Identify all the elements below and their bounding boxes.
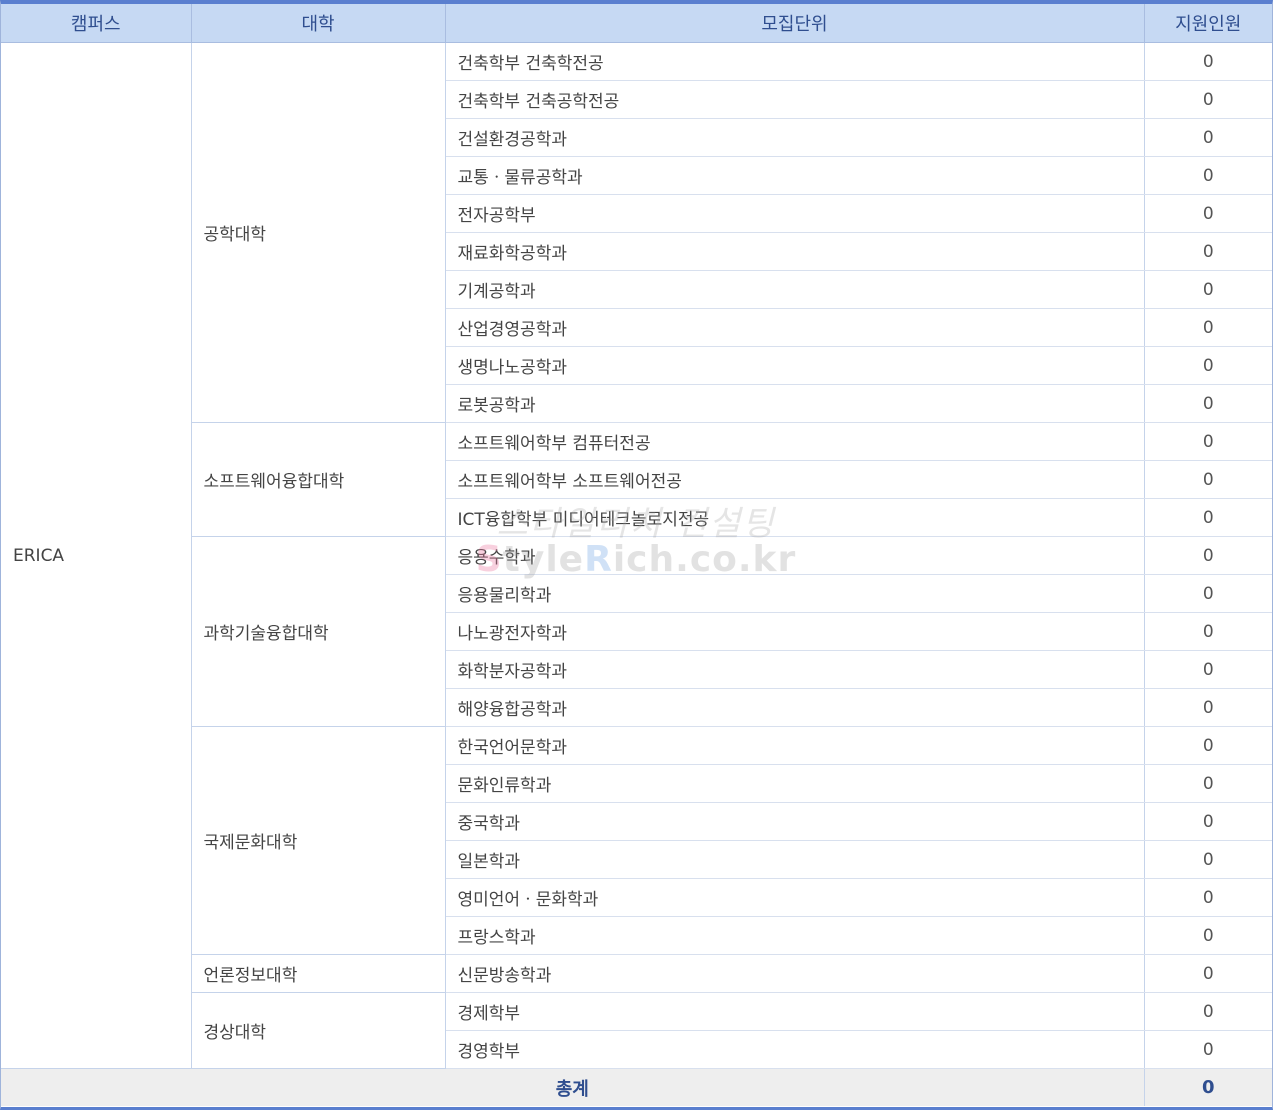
table-row: 소프트웨어융합대학 소프트웨어학부 컴퓨터전공 0 (1, 422, 1272, 537)
college-cell: 언론정보대학 (191, 954, 446, 993)
applicant-count-cell: 0 (1144, 916, 1272, 955)
header-campus: 캠퍼스 (1, 4, 192, 43)
applicant-count-cell: 0 (1144, 384, 1272, 423)
unit-cell: 건축학부 건축공학전공 (445, 80, 1145, 119)
applicant-count-cell: 0 (1144, 194, 1272, 233)
table-row: 언론정보대학 신문방송학과 0 (1, 954, 1272, 993)
table-header-row: 캠퍼스 대학 모집단위 지원인원 (1, 4, 1272, 43)
unit-cell: 화학분자공학과 (445, 650, 1145, 689)
unit-cell: 경제학부 (445, 992, 1145, 1031)
unit-cell: 생명나노공학과 (445, 346, 1145, 385)
unit-cell: 응용수학과 (445, 536, 1145, 575)
applicant-count-cell: 0 (1144, 498, 1272, 537)
unit-cell: 건축학부 건축학전공 (445, 42, 1145, 81)
college-cell: 공학대학 (191, 42, 446, 423)
applicant-count-cell: 0 (1144, 156, 1272, 195)
college-cell: 경상대학 (191, 992, 446, 1069)
table-row: 경상대학 경제학부 0 (1, 992, 1272, 1069)
applicant-count-cell: 0 (1144, 992, 1272, 1031)
unit-cell: 프랑스학과 (445, 916, 1145, 955)
table-body: ERICA 공학대학 건축학부 건축학전공 0 건축학부 건축공학전공 0 건설환경공학과 0… (1, 42, 1272, 1106)
college-cell: 소프트웨어융합대학 (191, 422, 446, 537)
applicant-count-cell: 0 (1144, 422, 1272, 461)
applicant-count-cell: 0 (1144, 726, 1272, 765)
table-row: ERICA 공학대학 건축학부 건축학전공 0 (1, 42, 1272, 1069)
college-cell: 국제문화대학 (191, 726, 446, 955)
unit-cell: 소프트웨어학부 소프트웨어전공 (445, 460, 1145, 499)
header-applicants: 지원인원 (1144, 4, 1272, 43)
unit-cell: 재료화학공학과 (445, 232, 1145, 271)
unit-cell: 경영학부 (445, 1030, 1145, 1069)
applicant-count-cell: 0 (1144, 878, 1272, 917)
unit-cell: 전자공학부 (445, 194, 1145, 233)
unit-cell: 응용물리학과 (445, 574, 1145, 613)
table-row: 과학기술융합대학 응용수학과 0 (1, 536, 1272, 727)
applicant-count-cell: 0 (1144, 764, 1272, 803)
applicant-count-cell: 0 (1144, 650, 1272, 689)
header-college: 대학 (191, 4, 446, 43)
unit-cell: 해양융합공학과 (445, 688, 1145, 727)
applicant-count-cell: 0 (1144, 118, 1272, 157)
unit-cell: 소프트웨어학부 컴퓨터전공 (445, 422, 1145, 461)
unit-cell: 기계공학과 (445, 270, 1145, 309)
applicant-count-cell: 0 (1144, 840, 1272, 879)
applicant-count-cell: 0 (1144, 42, 1272, 81)
header-unit: 모집단위 (445, 4, 1145, 43)
admissions-table: 캠퍼스 대학 모집단위 지원인원 ERICA 공학대학 건축학부 건축학전공 0 건축학… (1, 4, 1272, 1106)
applicant-count-cell: 0 (1144, 308, 1272, 347)
unit-cell: ICT융합학부 미디어테크놀로지전공 (445, 498, 1145, 537)
admissions-table-container: 캠퍼스 대학 모집단위 지원인원 ERICA 공학대학 건축학부 건축학전공 0 건축학… (0, 0, 1273, 1110)
unit-cell: 일본학과 (445, 840, 1145, 879)
college-cell: 과학기술융합대학 (191, 536, 446, 727)
unit-cell: 나노광전자학과 (445, 612, 1145, 651)
campus-cell: ERICA (1, 42, 192, 1069)
table-row: 국제문화대학 한국언어문학과 0 (1, 726, 1272, 955)
applicant-count-cell: 0 (1144, 688, 1272, 727)
total-row: 총계 0 (1, 1068, 1272, 1106)
applicant-count-cell: 0 (1144, 802, 1272, 841)
unit-cell: 건설환경공학과 (445, 118, 1145, 157)
applicant-count-cell: 0 (1144, 80, 1272, 119)
unit-cell: 교통ㆍ물류공학과 (445, 156, 1145, 195)
applicant-count-cell: 0 (1144, 346, 1272, 385)
unit-cell: 로봇공학과 (445, 384, 1145, 423)
applicant-count-cell: 0 (1144, 460, 1272, 499)
total-label: 총계 (1, 1068, 1145, 1106)
applicant-count-cell: 0 (1144, 536, 1272, 575)
applicant-count-cell: 0 (1144, 270, 1272, 309)
unit-cell: 중국학과 (445, 802, 1145, 841)
applicant-count-cell: 0 (1144, 574, 1272, 613)
unit-cell: 산업경영공학과 (445, 308, 1145, 347)
unit-cell: 한국언어문학과 (445, 726, 1145, 765)
applicant-count-cell: 0 (1144, 954, 1272, 993)
applicant-count-cell: 0 (1144, 1030, 1272, 1069)
total-count: 0 (1144, 1068, 1272, 1106)
applicant-count-cell: 0 (1144, 612, 1272, 651)
unit-cell: 영미언어ㆍ문화학과 (445, 878, 1145, 917)
unit-cell: 신문방송학과 (445, 954, 1145, 993)
unit-cell: 문화인류학과 (445, 764, 1145, 803)
applicant-count-cell: 0 (1144, 232, 1272, 271)
